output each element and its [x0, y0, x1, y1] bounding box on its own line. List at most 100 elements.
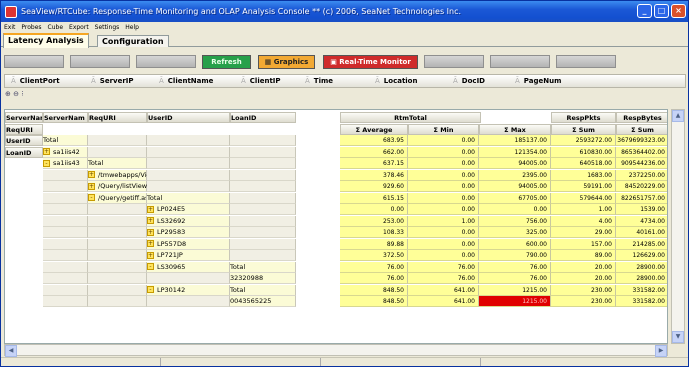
field-clientname[interactable]: Ā ClientName [159, 77, 213, 85]
value-cell[interactable]: 610830.00 [551, 146, 616, 158]
expand-icon[interactable]: + [147, 205, 154, 213]
horizontal-scrollbar[interactable]: ◀ ▶ [4, 344, 668, 357]
value-cell[interactable]: 28900.00 [616, 273, 667, 284]
row-field-userid[interactable]: UserID [5, 135, 43, 146]
value-cell[interactable]: 1215.00 [479, 284, 551, 296]
menu-settings[interactable]: Settings [95, 24, 120, 31]
value-cell[interactable]: 0.00 [408, 238, 479, 250]
field-pagenum[interactable]: Ā PageNum [515, 77, 561, 85]
minimize-button[interactable]: _ [637, 4, 652, 18]
row-member-cell[interactable]: Total [147, 192, 230, 204]
value-cell[interactable]: 790.00 [479, 250, 551, 261]
row-member-cell[interactable]: + LP721JP [147, 250, 230, 261]
value-cell[interactable]: 1.00 [551, 204, 616, 215]
value-cell[interactable]: 214285.00 [616, 238, 667, 250]
field-docid[interactable]: Ā DocID [453, 77, 485, 85]
value-cell[interactable]: 253.00 [340, 215, 408, 227]
row-member-cell[interactable]: -/Query/getiff.asp [88, 192, 147, 204]
value-cell[interactable]: 3679699323.00 [616, 135, 667, 146]
value-cell[interactable]: 0.00 [408, 204, 479, 215]
field-clientip[interactable]: Ā ClientIP [241, 77, 281, 85]
value-cell[interactable]: 20.00 [551, 261, 616, 273]
refresh-button[interactable]: Refresh [202, 55, 251, 69]
row-member-cell[interactable]: - sa1iis43 [43, 158, 88, 169]
value-cell[interactable]: 2593272.00 [551, 135, 616, 146]
value-cell[interactable]: 600.00 [479, 238, 551, 250]
row-field-requri[interactable]: ReqURI [5, 123, 43, 135]
value-cell[interactable]: 4.00 [551, 215, 616, 227]
menu-cube[interactable]: Cube [48, 24, 64, 31]
row-member-cell[interactable]: + sa1iis42 [43, 146, 88, 158]
value-cell[interactable]: 331582.00 [616, 296, 667, 307]
value-cell[interactable]: 0.00 [408, 158, 479, 169]
value-cell[interactable]: 0.00 [408, 192, 479, 204]
expand-icon[interactable]: + [147, 228, 154, 236]
row-member-cell[interactable]: +/tmwebapps/Viewer/getiff.asp [88, 169, 195, 181]
menu-help[interactable]: Help [125, 24, 139, 31]
value-cell[interactable]: 29.00 [551, 227, 616, 238]
expand-icon[interactable]: ⁝ [21, 90, 23, 98]
value-cell[interactable]: 108.33 [340, 227, 408, 238]
value-cell[interactable]: 0.00 [408, 181, 479, 192]
expand-icon[interactable]: + [88, 171, 95, 178]
value-cell[interactable]: 89.00 [551, 250, 616, 261]
value-cell[interactable]: 185137.00 [479, 135, 551, 146]
row-member-cell[interactable]: 32320988 [230, 273, 296, 284]
field-location[interactable]: Ā Location [375, 77, 417, 85]
expand-icon[interactable]: + [88, 182, 95, 190]
column-header-userid[interactable]: UserID [147, 112, 230, 123]
collapse-icon[interactable]: - [88, 194, 95, 201]
value-cell[interactable]: 822651757.00 [616, 192, 667, 204]
scroll-right-icon[interactable]: ▶ [655, 345, 667, 357]
collapse-icon[interactable]: - [147, 263, 154, 270]
value-cell[interactable]: 76.00 [408, 273, 479, 284]
menu-probes[interactable]: Probes [21, 24, 41, 31]
value-cell[interactable]: 230.00 [551, 296, 616, 307]
close-button[interactable]: × [671, 4, 686, 18]
value-cell[interactable]: 0.00 [408, 169, 479, 181]
row-member-cell[interactable]: 0043565225 [230, 296, 296, 307]
value-cell[interactable]: 579644.00 [551, 192, 616, 204]
collapse-icon[interactable]: - [147, 286, 154, 293]
tab-latency-analysis[interactable]: Latency Analysis [3, 33, 89, 48]
vertical-scrollbar[interactable]: ▲ ▼ [671, 109, 685, 344]
row-member-cell[interactable]: +/Query/listViewResults.asp [88, 181, 184, 192]
measure-header-respbytes[interactable]: RespBytes [616, 112, 667, 123]
value-cell[interactable]: 94005.00 [479, 158, 551, 169]
value-cell[interactable]: 67705.00 [479, 192, 551, 204]
value-cell[interactable]: 121354.00 [479, 146, 551, 158]
value-cell[interactable]: 76.00 [408, 261, 479, 273]
value-cell[interactable]: 1539.00 [616, 204, 667, 215]
row-member-cell[interactable]: + LP024E5 [147, 204, 230, 215]
value-cell[interactable]: 756.00 [479, 215, 551, 227]
value-cell[interactable]: 1683.00 [551, 169, 616, 181]
value-cell[interactable]: 28900.00 [616, 261, 667, 273]
value-cell[interactable]: 76.00 [479, 261, 551, 273]
value-cell[interactable]: 662.00 [340, 146, 408, 158]
value-cell[interactable]: 909544236.00 [616, 158, 667, 169]
value-cell[interactable]: 4734.00 [616, 215, 667, 227]
value-cell[interactable]: 325.00 [479, 227, 551, 238]
value-cell[interactable]: 372.50 [340, 250, 408, 261]
value-cell[interactable]: 126629.00 [616, 250, 667, 261]
menu-export[interactable]: Export [69, 24, 89, 31]
value-cell[interactable]: 0.00 [408, 227, 479, 238]
value-cell[interactable]: 2395.00 [479, 169, 551, 181]
value-cell[interactable]: 0.00 [408, 250, 479, 261]
value-cell[interactable]: 76.00 [340, 273, 408, 284]
value-cell[interactable]: 865364402.00 [616, 146, 667, 158]
scroll-up-icon[interactable]: ▲ [672, 110, 684, 122]
value-cell[interactable]: 84520229.00 [616, 181, 667, 192]
value-cell[interactable]: 0.00 [340, 204, 408, 215]
expand-icon[interactable]: + [147, 251, 154, 259]
value-cell[interactable]: 640518.00 [551, 158, 616, 169]
row-member-cell[interactable]: + LP29583 [147, 227, 230, 238]
value-cell[interactable]: 157.00 [551, 238, 616, 250]
value-cell[interactable]: 76.00 [340, 261, 408, 273]
value-cell[interactable]: 76.00 [479, 273, 551, 284]
column-header-loanid[interactable]: LoanID [230, 112, 296, 123]
row-member-cell[interactable]: Total [230, 284, 296, 296]
value-cell[interactable]: 89.88 [340, 238, 408, 250]
value-cell[interactable]: 0.00 [408, 146, 479, 158]
collapse-icon[interactable]: - [43, 159, 50, 167]
